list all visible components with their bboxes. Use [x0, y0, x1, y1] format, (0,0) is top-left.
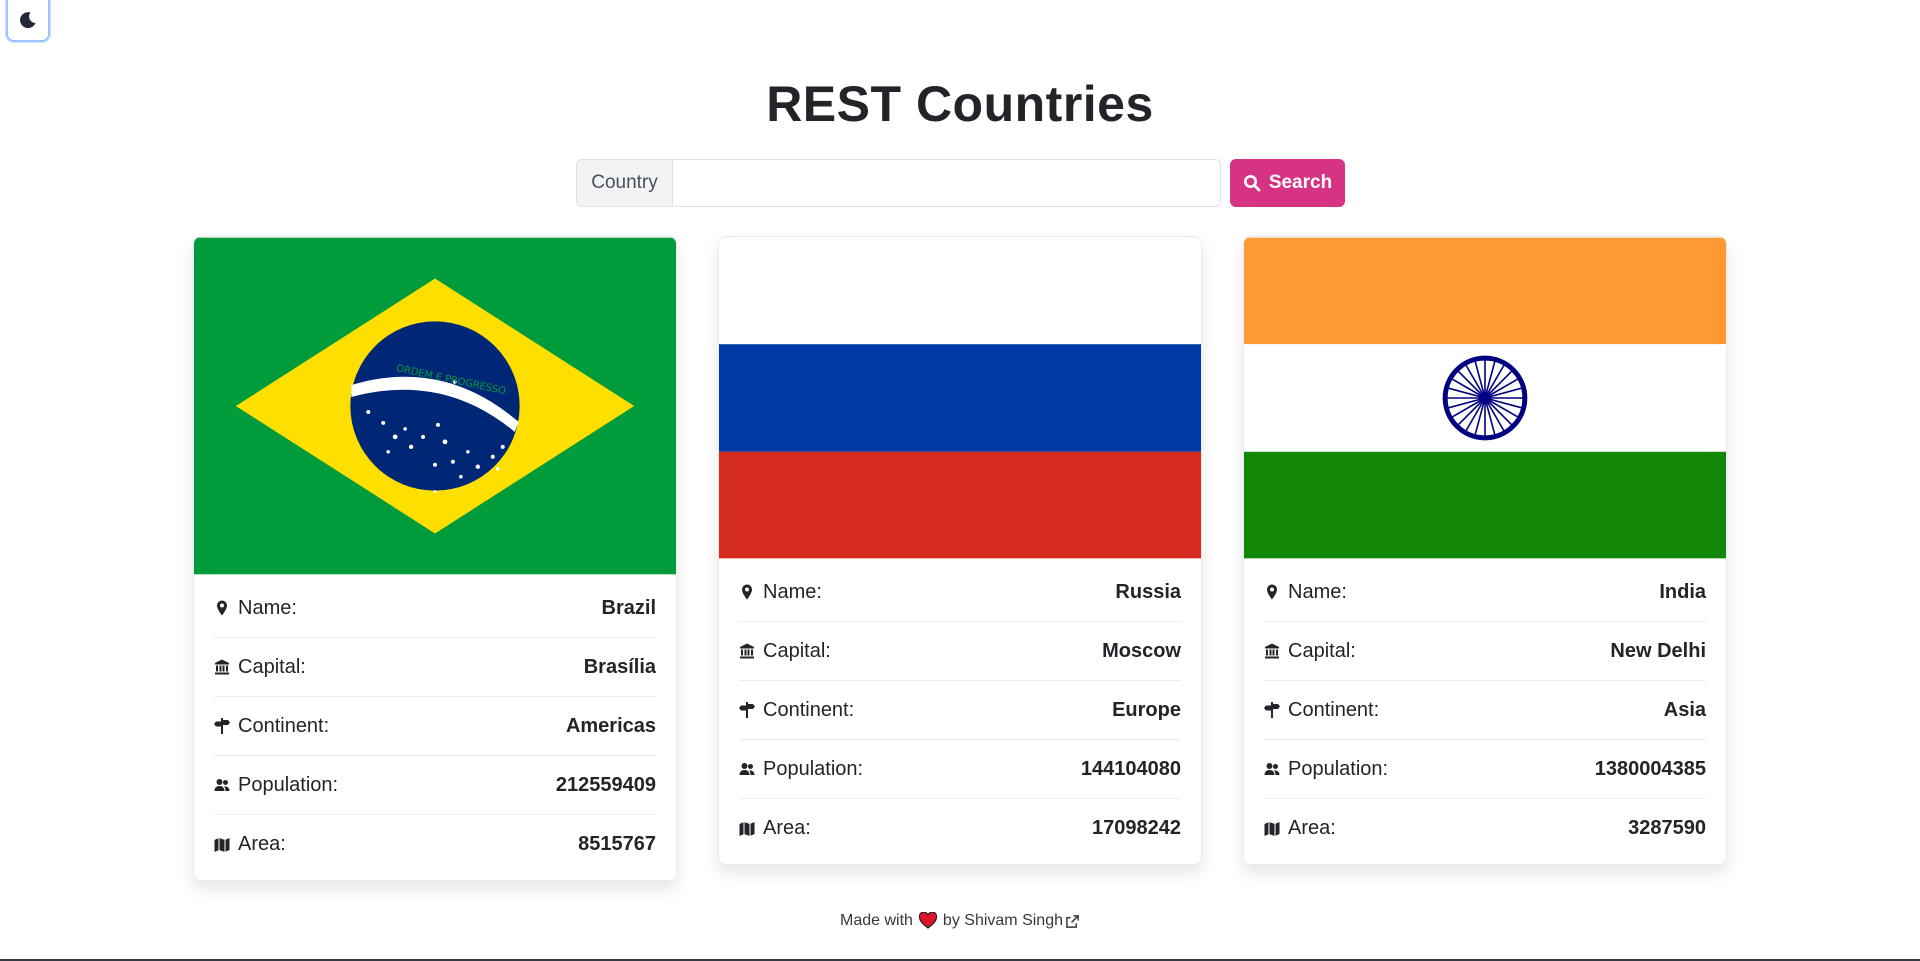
- signpost-icon: [1264, 702, 1280, 718]
- area-row: Area: 8515767: [214, 815, 656, 874]
- heart-icon: [918, 912, 937, 929]
- country-details: Name: Brazil Capital: Brasília Continent…: [194, 575, 676, 880]
- name-value: India: [1659, 580, 1706, 603]
- author-link[interactable]: by Shivam Singh: [943, 912, 1080, 930]
- area-label: Area:: [763, 817, 811, 839]
- people-icon: [214, 779, 230, 791]
- footer: Made with by Shivam Singh: [0, 912, 1920, 930]
- people-icon: [739, 763, 755, 775]
- country-input-group: Country: [576, 159, 1221, 207]
- capital-row: Capital: Brasília: [214, 638, 656, 697]
- name-row: Name: Brazil: [214, 579, 656, 638]
- country-card-brazil: ORDEM E PROGRESSO Name: Brazil Capital: …: [193, 236, 677, 881]
- capital-label: Capital:: [238, 655, 306, 678]
- flag-russia: [719, 237, 1201, 559]
- capital-label: Capital:: [1288, 639, 1356, 662]
- capital-value: New Delhi: [1610, 639, 1706, 662]
- search-button[interactable]: Search: [1230, 159, 1345, 207]
- map-pin-icon: [742, 584, 752, 600]
- external-link-icon: [1066, 914, 1079, 928]
- footer-author: by Shivam Singh: [942, 912, 1063, 929]
- bank-icon: [215, 659, 229, 675]
- population-label: Population:: [238, 773, 339, 796]
- continent-row: Continent: Americas: [214, 697, 656, 756]
- capital-label: Capital:: [763, 639, 831, 662]
- map-icon: [1264, 821, 1280, 836]
- population-row: Population: 1380004385: [1264, 740, 1706, 799]
- area-value: 8515767: [578, 833, 656, 855]
- population-label: Population:: [1288, 757, 1389, 780]
- moon-icon: [20, 12, 36, 29]
- signpost-icon: [739, 702, 755, 718]
- continent-label: Continent:: [763, 698, 855, 721]
- capital-row: Capital: New Delhi: [1264, 622, 1706, 681]
- population-label: Population:: [763, 757, 864, 780]
- name-label: Name:: [1288, 580, 1347, 603]
- name-value: Russia: [1115, 580, 1181, 603]
- name-row: Name: Russia: [739, 563, 1181, 622]
- continent-value: Americas: [565, 714, 656, 737]
- area-value: 17098242: [1092, 817, 1181, 839]
- flag-india: [1244, 237, 1726, 559]
- area-row: Area: 3287590: [1264, 799, 1706, 858]
- country-search-input[interactable]: [672, 159, 1221, 207]
- area-row: Area: 17098242: [739, 799, 1181, 858]
- people-icon: [1264, 763, 1280, 775]
- continent-row: Continent: Europe: [739, 681, 1181, 740]
- name-value: Brazil: [601, 596, 656, 619]
- country-card-india: Name: India Capital: New Delhi Continent…: [1243, 236, 1727, 865]
- country-label: Country: [576, 159, 672, 207]
- area-value: 3287590: [1628, 817, 1706, 839]
- map-pin-icon: [217, 600, 227, 616]
- map-icon: [214, 837, 230, 852]
- map-pin-icon: [1267, 584, 1277, 600]
- map-icon: [739, 821, 755, 836]
- name-label: Name:: [763, 580, 822, 603]
- continent-value: Asia: [1663, 698, 1706, 721]
- search-icon: [1243, 175, 1261, 192]
- population-row: Population: 144104080: [739, 740, 1181, 799]
- signpost-icon: [214, 718, 230, 734]
- flag-brazil: ORDEM E PROGRESSO: [194, 237, 676, 575]
- population-value: 1380004385: [1594, 757, 1706, 780]
- population-row: Population: 212559409: [214, 756, 656, 815]
- footer-made-with: Made with: [840, 912, 913, 929]
- search-button-label: Search: [1268, 172, 1333, 193]
- population-value: 144104080: [1080, 757, 1181, 780]
- capital-value: Brasília: [583, 655, 656, 678]
- area-label: Area:: [238, 833, 286, 855]
- capital-row: Capital: Moscow: [739, 622, 1181, 681]
- bank-icon: [1265, 643, 1279, 659]
- search-bar: Country Search: [576, 159, 1345, 207]
- continent-label: Continent:: [1288, 698, 1380, 721]
- capital-value: Moscow: [1102, 639, 1181, 662]
- name-label: Name:: [238, 596, 297, 619]
- page-title: REST Countries: [766, 76, 1154, 132]
- country-details: Name: India Capital: New Delhi Continent…: [1244, 559, 1726, 864]
- country-card-russia: Name: Russia Capital: Moscow Continent: …: [718, 236, 1202, 865]
- area-label: Area:: [1288, 817, 1336, 839]
- name-row: Name: India: [1264, 563, 1706, 622]
- theme-toggle-button[interactable]: [6, 0, 50, 42]
- population-value: 212559409: [555, 773, 656, 796]
- bank-icon: [740, 643, 754, 659]
- continent-label: Continent:: [238, 714, 330, 737]
- continent-row: Continent: Asia: [1264, 681, 1706, 740]
- continent-value: Europe: [1112, 698, 1181, 721]
- ashoka-chakra: [1442, 355, 1528, 441]
- country-details: Name: Russia Capital: Moscow Continent: …: [719, 559, 1201, 864]
